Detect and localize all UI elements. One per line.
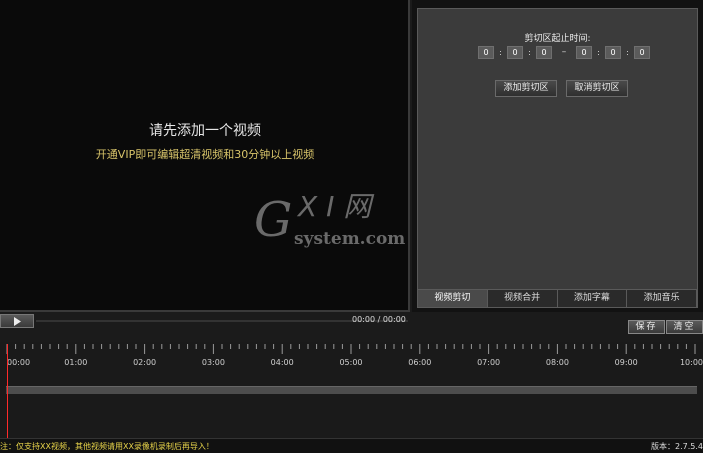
video-track[interactable] <box>6 386 697 394</box>
status-bar: 注：仅支持XX视频，其他视频请用XX录像机录制后再导入！ 版本：2.7.5.4 <box>0 438 703 453</box>
tab-add-music[interactable]: 添加音乐 <box>627 289 697 307</box>
time-separator: : <box>528 47 531 57</box>
tab-video-cut[interactable]: 视频剪切 <box>418 289 488 307</box>
timeline[interactable]: 00:00 01:00 02:00 03:00 04:00 05:00 06:00 07:00… <box>0 342 703 438</box>
start-hour-field[interactable]: 0 <box>478 45 494 59</box>
ruler-tick-label: 07:00 <box>477 358 500 367</box>
time-separator: : <box>626 47 629 57</box>
ruler-tick-label: 03:00 <box>202 358 225 367</box>
ruler-tick-label: 01:00 <box>64 358 87 367</box>
playhead[interactable] <box>7 344 8 438</box>
control-bar: 00:00 / 00:00 保存 清空 <box>0 312 703 342</box>
tab-add-subtitle[interactable]: 添加字幕 <box>557 289 628 307</box>
time-display: 00:00 / 00:00 <box>352 315 406 324</box>
start-second-field[interactable]: 0 <box>536 45 552 59</box>
ruler-tick-label: 02:00 <box>133 358 156 367</box>
trim-settings: 剪切区起止时间: 0 : 0 : 0 – 0 : 0 : 0 添加剪切区 取消剪… <box>417 8 698 308</box>
range-dash: – <box>561 47 567 57</box>
svg-text:X I 网: X I 网 <box>296 190 375 223</box>
svg-text:G: G <box>254 192 292 248</box>
trim-time-inputs: 0 : 0 : 0 – 0 : 0 : 0 <box>478 45 650 59</box>
edit-panel: 剪切区起止时间: 0 : 0 : 0 – 0 : 0 : 0 添加剪切区 取消剪… <box>412 0 703 312</box>
version-label: 版本：2.7.5.4 <box>651 442 703 451</box>
ruler-tick-label: 06:00 <box>408 358 431 367</box>
time-separator: : <box>597 47 600 57</box>
play-icon <box>14 317 21 326</box>
start-minute-field[interactable]: 0 <box>507 45 523 59</box>
end-hour-field[interactable]: 0 <box>576 45 592 59</box>
add-video-prompt: 请先添加一个视频 <box>149 123 261 139</box>
add-trim-button[interactable]: 添加剪切区 <box>495 80 557 97</box>
timeline-ruler: 00:00 01:00 02:00 03:00 04:00 05:00 06:00 07:00… <box>6 344 703 367</box>
ruler-tick-label: 00:00 <box>7 358 30 367</box>
end-minute-field[interactable]: 0 <box>605 45 621 59</box>
ruler-tick-label: 08:00 <box>546 358 569 367</box>
svg-text:system.com: system.com <box>294 229 405 249</box>
function-tabs: 视频剪切 视频合并 添加字幕 添加音乐 <box>418 289 697 307</box>
ruler-tick-label: 10:00 <box>680 358 703 367</box>
end-second-field[interactable]: 0 <box>634 45 650 59</box>
trim-range-label: 剪切区起止时间: <box>524 34 591 44</box>
cancel-trim-button[interactable]: 取消剪切区 <box>566 80 628 97</box>
save-button[interactable]: 保存 <box>628 320 665 334</box>
time-separator: : <box>499 47 502 57</box>
status-note: 注：仅支持XX视频，其他视频请用XX录像机录制后再导入！ <box>0 442 214 451</box>
play-button[interactable] <box>0 314 34 328</box>
ruler-tick-label: 09:00 <box>615 358 638 367</box>
clear-button[interactable]: 清空 <box>666 320 703 334</box>
ruler-tick-label: 05:00 <box>339 358 362 367</box>
vip-promo-text: 开通VIP即可编辑超清视频和30分钟以上视频 <box>95 148 315 161</box>
ruler-tick-label: 04:00 <box>271 358 294 367</box>
tab-video-merge[interactable]: 视频合并 <box>487 289 558 307</box>
watermark-logo: G X I 网 system.com <box>254 190 405 249</box>
